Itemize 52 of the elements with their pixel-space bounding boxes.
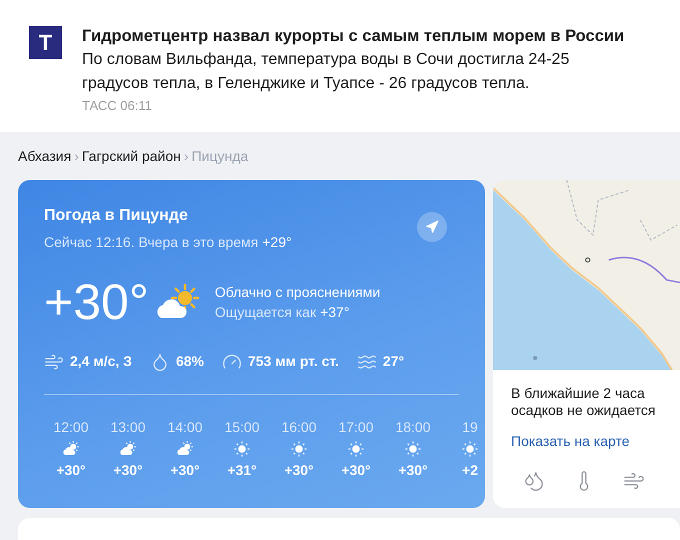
hour-time: 12:00	[53, 418, 89, 437]
sun-icon	[290, 440, 308, 458]
current-time-text: Сейчас 12:16. Вчера в это время	[44, 233, 258, 252]
show-on-map-link[interactable]: Показать на карте	[511, 431, 630, 452]
condition-text: Облачно с прояснениями	[214, 283, 380, 302]
detail-value: 68%	[176, 352, 204, 371]
yesterday-temp: +29°	[262, 233, 292, 252]
cloud-sun-icon	[62, 440, 80, 458]
hour-temp: +30°	[284, 461, 314, 480]
hour-temp: +30°	[398, 461, 428, 480]
breadcrumb[interactable]: Абхазия	[18, 146, 72, 166]
cloud-sun-icon	[176, 440, 194, 458]
hour-temp: +30°	[341, 461, 371, 480]
hour-temp: +30°	[170, 461, 200, 480]
current-temp: +30°	[44, 275, 149, 329]
detail-value: 27°	[382, 352, 404, 371]
navigation-icon	[425, 220, 439, 234]
breadcrumb-separator: ›	[74, 146, 79, 166]
sun-icon	[461, 440, 479, 458]
sun-icon	[347, 440, 365, 458]
detail-value: 753 мм рт. ст.	[248, 352, 339, 371]
feels-like-label: Ощущается как	[214, 303, 316, 322]
news-source: ТАСС 06:11	[82, 97, 153, 115]
hour-time: 18:00	[395, 418, 431, 437]
breadcrumb-separator: ›	[184, 146, 189, 166]
detail-value: 2,4 м/с, З	[70, 352, 132, 371]
gauge-icon	[222, 352, 242, 372]
hour-temp: +30°	[56, 461, 86, 480]
hour-time: 17:00	[338, 418, 374, 437]
news-title[interactable]: Гидрометцентр назвал курорты с самым теплым морем в России	[82, 26, 624, 46]
news-text: По словам Вильфанда, температура воды в Сочи достигла 24-25 градусов тепла, в Геленджике и Туапсе - 26 градусов тепла.	[82, 50, 570, 94]
hour-time: 16:00	[281, 418, 317, 437]
wind-icon	[44, 352, 64, 372]
breadcrumb[interactable]: Гагрский район	[82, 146, 181, 166]
sun-icon	[404, 440, 422, 458]
news-logo: Т	[29, 26, 62, 59]
wind-icon[interactable]	[623, 470, 645, 492]
hour-temp: +31°	[227, 461, 257, 480]
hour-time: 19	[462, 418, 478, 437]
sun-icon	[233, 440, 251, 458]
cloud-sun-icon	[119, 440, 137, 458]
hour-time: 14:00	[167, 418, 203, 437]
location-button[interactable]	[417, 212, 447, 242]
hour-temp: +30°	[113, 461, 143, 480]
hour-temp: +2	[462, 461, 478, 480]
precipitation-forecast: В ближайшие 2 часа осадков не ожидается	[510, 385, 656, 419]
precipitation-icon[interactable]	[523, 470, 545, 492]
weather-title: Погода в Пицунде	[44, 206, 189, 226]
feels-like-temp: +37°	[320, 303, 350, 322]
breadcrumb: Пицунда	[192, 146, 248, 166]
hour-time: 15:00	[224, 418, 260, 437]
hour-time: 13:00	[110, 418, 146, 437]
